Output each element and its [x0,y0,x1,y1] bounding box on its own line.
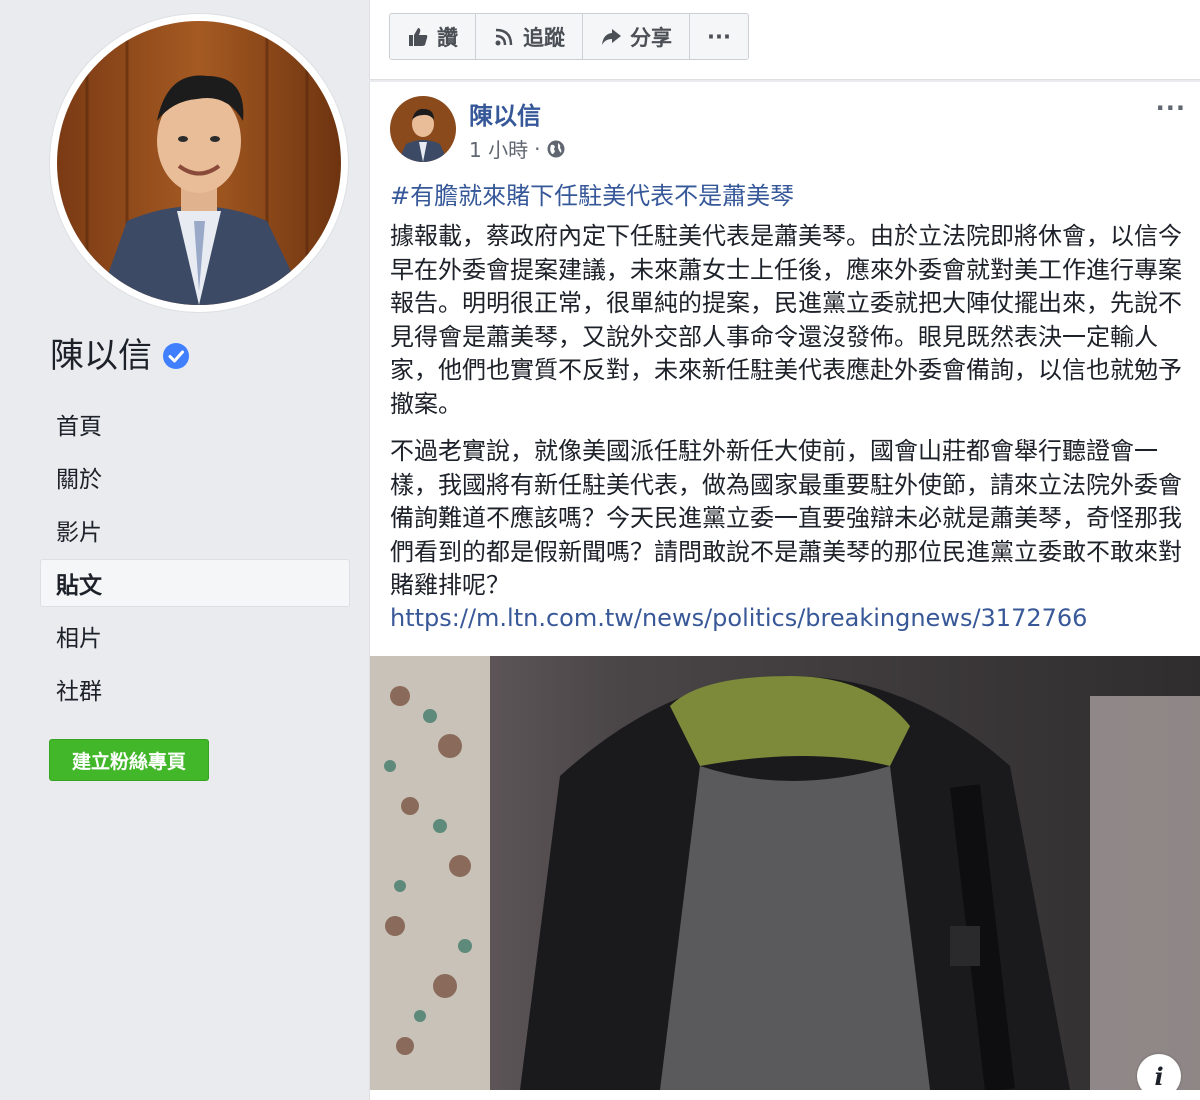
page-nav: 首頁 關於 影片 貼文 相片 社群 [40,400,350,718]
nav-item-community[interactable]: 社群 [40,665,350,713]
thumbs-up-icon [409,27,428,46]
post-card: 陳以信 1 小時 · ··· #有膽就來賭下任駐美代表不是蕭美琴 據報載，蔡政府… [369,82,1200,1100]
info-icon[interactable]: i [1137,1054,1181,1090]
follow-label: 追蹤 [523,25,565,50]
post-paragraph: 據報載，蔡政府內定下任駐美代表是蕭美琴。由於立法院即將休會，以信今早在外委會提案… [390,222,1182,418]
post-paragraph: 不過老實說，就像美國派任駐外新任大使前，國會山莊都會舉行聽證會一樣，我國將有新任… [390,437,1182,599]
post-url-link[interactable]: https://m.ltn.com.tw/news/politics/break… [390,604,1087,632]
share-button[interactable]: 分享 [583,14,690,59]
avatar-photo [390,96,456,162]
nav-item-posts[interactable]: 貼文 [40,559,350,607]
post-options-button[interactable]: ··· [1156,94,1186,122]
post-timestamp[interactable]: 1 小時 [469,134,528,163]
nav-item-about[interactable]: 關於 [40,453,350,501]
preview-photo [370,656,1200,1090]
nav-item-videos[interactable]: 影片 [40,506,350,554]
create-page-button[interactable]: 建立粉絲專頁 [49,739,209,781]
post-body: 據報載，蔡政府內定下任駐美代表是蕭美琴。由於立法院即將休會，以信今早在外委會提案… [390,220,1190,617]
profile-photo [57,21,341,305]
profile-picture[interactable] [50,14,348,312]
share-arrow-icon [602,28,621,45]
post-hashtag[interactable]: #有膽就來賭下任駐美代表不是蕭美琴 [390,176,794,211]
like-label: 讚 [437,25,458,50]
action-button-group: 讚 追蹤 分享 ··· [389,13,749,60]
page-name-text: 陳以信 [50,336,152,376]
like-button[interactable]: 讚 [390,14,476,59]
share-label: 分享 [630,25,672,50]
rss-follow-icon [495,28,513,45]
nav-item-photos[interactable]: 相片 [40,612,350,660]
page-title: 陳以信 [50,334,190,378]
post-author-avatar[interactable] [390,96,456,162]
post-author-name[interactable]: 陳以信 [469,96,541,131]
meta-separator: · [534,136,541,161]
globe-public-icon [547,140,565,157]
more-actions-button[interactable]: ··· [690,14,748,59]
page-action-bar: 讚 追蹤 分享 ··· [369,0,1200,80]
verified-badge-icon [163,343,189,369]
follow-button[interactable]: 追蹤 [476,14,583,59]
post-meta: 1 小時 · [469,134,566,163]
nav-item-home[interactable]: 首頁 [40,400,350,448]
post-link-preview-image[interactable]: i [370,656,1200,1090]
